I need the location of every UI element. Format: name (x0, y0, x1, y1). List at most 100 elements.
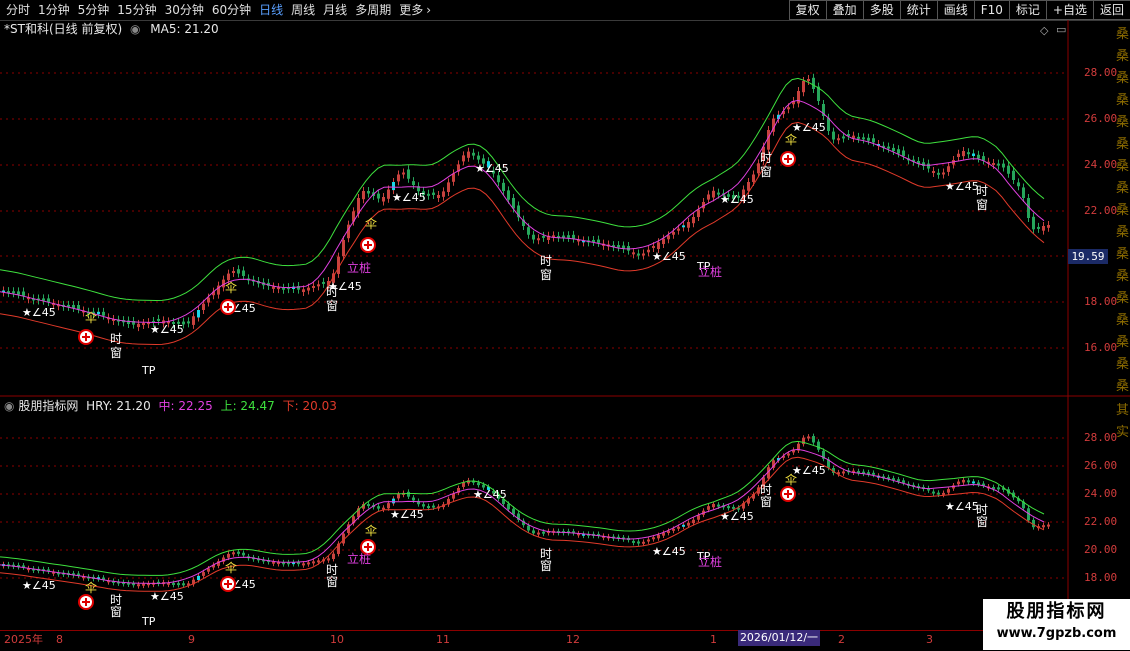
candle-body (502, 182, 505, 191)
candle-body (47, 298, 50, 302)
candle-body (947, 166, 950, 172)
pile-marker: 立桩 (698, 554, 722, 569)
star-marker: ★∠45 (945, 180, 979, 193)
candle-body (842, 136, 845, 139)
candle-body (932, 171, 935, 173)
candle-body (397, 174, 400, 182)
candle-body (317, 560, 320, 563)
candle-body (527, 227, 530, 235)
candle-body (17, 291, 20, 295)
candle-body (382, 197, 385, 202)
star-marker: ★∠45 (392, 191, 426, 204)
candle-body (157, 318, 160, 321)
candle-body (392, 498, 395, 504)
candle-body (797, 91, 800, 104)
candle-body (507, 503, 510, 510)
candle-body (647, 249, 650, 253)
candle-body (707, 506, 710, 510)
candle-body (732, 506, 735, 509)
time-label-mar: 3 (926, 633, 933, 646)
main-tick-26: 26.00 (1084, 112, 1118, 125)
candle-body (892, 147, 895, 151)
time-label-aug: 8 (56, 633, 63, 646)
sub-tick-22: 22.00 (1084, 515, 1118, 528)
candle-body (422, 504, 425, 507)
candle-body (197, 575, 200, 581)
window-marker: 窗 (540, 268, 552, 282)
candle-body (852, 135, 855, 139)
candle-body (402, 172, 405, 175)
kline-chart[interactable]: ★∠45 ★∠45 ★∠45 ★∠45 ★∠45 ★∠45 ★∠45 ★∠45 ★∠45 ★∠45… (0, 0, 1130, 650)
window-marker: 窗 (326, 575, 338, 589)
candle-body (842, 471, 845, 474)
time-label-nov: 11 (436, 633, 450, 646)
sub-tick-20: 20.00 (1084, 543, 1118, 556)
candle-body (397, 494, 400, 499)
candle-body (927, 163, 930, 169)
candle-body (1007, 165, 1010, 174)
candle-body (652, 537, 655, 540)
candle-body (562, 235, 565, 238)
candle-body (872, 138, 875, 143)
candle-body (967, 152, 970, 155)
star-marker: ★∠45 (390, 508, 424, 521)
candle-body (707, 194, 710, 200)
time-label-2025: 2025年 (4, 633, 43, 646)
star-marker: ★∠45 (150, 323, 184, 336)
candle-body (142, 323, 145, 326)
time-marker: 时 (540, 254, 552, 268)
candle-body (747, 182, 750, 191)
candle-body (367, 191, 370, 194)
time-marker: 时 (110, 332, 122, 346)
candle-body (942, 492, 945, 495)
candle-body (887, 146, 890, 149)
candle-body (1017, 182, 1020, 187)
candle-body (432, 192, 435, 195)
candle-body (407, 491, 410, 497)
candle-body (427, 506, 430, 509)
main-side-text: 桑桑桑桑桑桑桑桑桑桑桑桑桑桑桑桑桑桑 (1116, 27, 1130, 394)
candle-body (507, 190, 510, 200)
candle-body (532, 530, 535, 534)
candle-body (812, 436, 815, 443)
candle-body (307, 287, 310, 291)
candle-body (632, 540, 635, 543)
candle-body (837, 138, 840, 141)
candle-body (97, 311, 100, 315)
candle-body (862, 137, 865, 140)
candle-body (312, 286, 315, 288)
candle-body (362, 191, 365, 200)
candle-body (272, 286, 275, 289)
candle-body (752, 174, 755, 182)
candle-body (377, 193, 380, 199)
candle-body (207, 568, 210, 572)
cursor-date-label: 2026/01/12/一 (738, 630, 820, 646)
candle-body (942, 172, 945, 175)
candle-body (872, 472, 875, 475)
time-label-sep: 9 (188, 633, 195, 646)
candle-body (687, 222, 690, 228)
candle-body (967, 480, 970, 483)
candle-body (597, 239, 600, 243)
sub-grid (0, 437, 1068, 579)
time-label-oct: 10 (330, 633, 344, 646)
pile-marker: 立桩 (347, 551, 371, 566)
window-marker: 窗 (760, 495, 772, 509)
candle-body (1047, 524, 1050, 527)
mid-band-sub (0, 448, 1045, 584)
candle-body (692, 519, 695, 524)
candle-body (992, 163, 995, 165)
candle-body (682, 225, 685, 228)
candle-body (342, 240, 345, 257)
candle-body (332, 553, 335, 560)
candle-body (227, 553, 230, 558)
candle-body (657, 242, 660, 249)
window-marker: 窗 (976, 515, 988, 529)
time-marker: 时 (760, 151, 772, 165)
star-marker: ★∠45 (720, 193, 754, 206)
sub-candles (2, 433, 1050, 589)
umbrella-marker: 伞 (85, 580, 97, 595)
window-marker: 窗 (110, 346, 122, 360)
candle-body (972, 153, 975, 156)
candle-body (997, 487, 1000, 490)
